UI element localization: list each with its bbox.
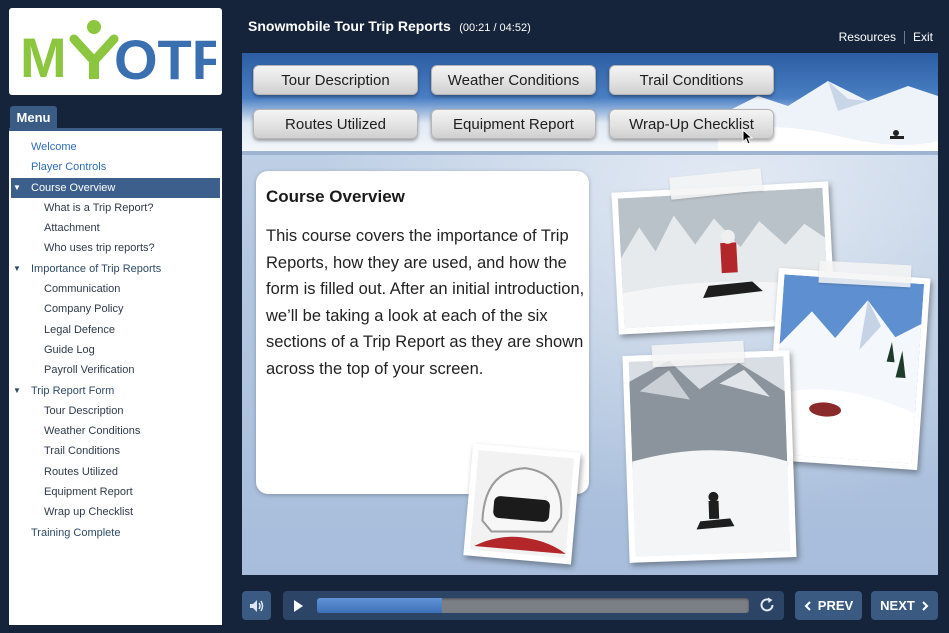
next-button[interactable]: NEXT (871, 591, 938, 620)
menu-item-label: Tour Description (44, 404, 124, 417)
menu-item[interactable]: Company Policy (9, 299, 222, 319)
menu-item[interactable]: Welcome (9, 137, 222, 157)
valley-rider-photo (622, 350, 797, 563)
course-menu: Welcome Player Controls ▼ Course Overview Wh… (9, 128, 222, 625)
menu-item[interactable]: Attachment (9, 218, 222, 238)
menu-tab[interactable]: Menu (10, 106, 57, 128)
menu-item-label: Trip Report Form (31, 384, 115, 397)
chevron-right-icon (922, 600, 929, 611)
menu-item[interactable]: Payroll Verification (9, 360, 222, 380)
menu-item-label: Importance of Trip Reports (31, 262, 162, 275)
resources-link[interactable]: Resources (839, 30, 896, 44)
mouse-cursor-icon (742, 129, 754, 145)
menu-item[interactable]: What is a Trip Report? (9, 198, 222, 218)
replay-icon (760, 597, 774, 612)
prev-button[interactable]: PREV (795, 591, 862, 620)
seek-progress (317, 598, 443, 613)
valley-rider-image (628, 356, 791, 557)
menu-item[interactable]: Guide Log (9, 340, 222, 360)
menu-item-label: Legal Defence (44, 323, 115, 336)
menu-item[interactable]: Player Controls (9, 157, 222, 177)
myotf-logo: M OTF (20, 19, 216, 87)
menu-item[interactable]: Tour Description (9, 401, 222, 421)
play-button[interactable] (283, 599, 313, 613)
helmet-image (469, 450, 575, 558)
banner-divider (242, 151, 938, 155)
overview-card: Course Overview This course covers the i… (256, 171, 589, 494)
chevron-left-icon (804, 600, 811, 611)
equipment-report-button[interactable]: Equipment Report (431, 109, 596, 139)
menu-item-label: Guide Log (44, 343, 95, 356)
routes-utilized-button[interactable]: Routes Utilized (253, 109, 418, 139)
menu-item-label: Course Overview (31, 181, 116, 194)
expand-triangle-icon[interactable]: ▼ (13, 178, 21, 198)
menu-item-label: Wrap up Checklist (44, 506, 134, 519)
svg-text:M: M (20, 26, 67, 87)
play-icon (294, 599, 303, 612)
course-title: Snowmobile Tour Trip Reports (248, 18, 451, 34)
card-body: This course covers the importance of Tri… (266, 227, 585, 378)
mountain-rider-image (771, 274, 925, 464)
prev-label: PREV (817, 598, 854, 613)
menu-item-label: Trail Conditions (44, 445, 121, 458)
menu-item-label: Welcome (31, 141, 77, 153)
trail-conditions-button[interactable]: Trail Conditions (609, 65, 774, 95)
slide-stage: Tour Description Weather Conditions Trai… (242, 53, 938, 575)
menu-item-label: Equipment Report (44, 486, 133, 499)
menu-item-label: Who uses trip reports? (44, 242, 155, 255)
menu-item-label: Attachment (44, 222, 100, 235)
seek-bar[interactable] (317, 598, 749, 613)
speaker-icon (249, 599, 263, 612)
volume-button[interactable] (242, 591, 271, 620)
menu-item[interactable]: Legal Defence (9, 320, 222, 340)
exit-link[interactable]: Exit (913, 30, 933, 44)
menu-item-label: Weather Conditions (44, 425, 141, 438)
svg-text:OTF: OTF (114, 28, 216, 87)
menu-item-label: Routes Utilized (44, 465, 118, 478)
menu-item[interactable]: ▼ Trip Report Form (9, 381, 222, 401)
menu-item-label: Training Complete (31, 526, 121, 539)
menu-list: Welcome Player Controls ▼ Course Overview Wh… (9, 131, 222, 543)
menu-item-label: Company Policy (44, 303, 124, 316)
photo-tape (818, 260, 912, 288)
elapsed-timer: (00:21 / 04:52) (459, 22, 531, 34)
helmet-photo (463, 443, 581, 565)
menu-item[interactable]: Weather Conditions (9, 421, 222, 441)
menu-item-label: Payroll Verification (44, 364, 135, 377)
menu-item[interactable]: Communication (9, 279, 222, 299)
menu-item[interactable]: Equipment Report (9, 482, 222, 502)
menu-item[interactable]: Who uses trip reports? (9, 238, 222, 258)
next-label: NEXT (880, 598, 915, 613)
expand-triangle-icon[interactable]: ▼ (13, 259, 21, 279)
card-title: Course Overview (266, 187, 405, 206)
expand-triangle-icon[interactable]: ▼ (13, 381, 21, 401)
menu-item-label: Player Controls (31, 161, 107, 174)
logo: M OTF (9, 8, 222, 95)
menu-item[interactable]: Routes Utilized (9, 462, 222, 482)
menu-item-label: What is a Trip Report? (44, 201, 154, 214)
top-links: Resources Exit (839, 30, 933, 44)
weather-conditions-button[interactable]: Weather Conditions (431, 65, 596, 95)
menu-item-label: Communication (44, 283, 121, 296)
menu-item[interactable]: ▼ Course Overview (11, 177, 220, 198)
course-header: Snowmobile Tour Trip Reports (00:21 / 04… (248, 18, 531, 36)
menu-item[interactable]: Trail Conditions (9, 441, 222, 461)
menu-item[interactable]: ▼ Importance of Trip Reports (9, 259, 222, 279)
tour-description-button[interactable]: Tour Description (253, 65, 418, 95)
replay-button[interactable] (758, 596, 776, 619)
menu-item[interactable]: Training Complete (9, 523, 222, 543)
link-divider (903, 30, 905, 44)
menu-item[interactable]: Wrap up Checklist (9, 502, 222, 522)
playback-bar (283, 591, 784, 620)
